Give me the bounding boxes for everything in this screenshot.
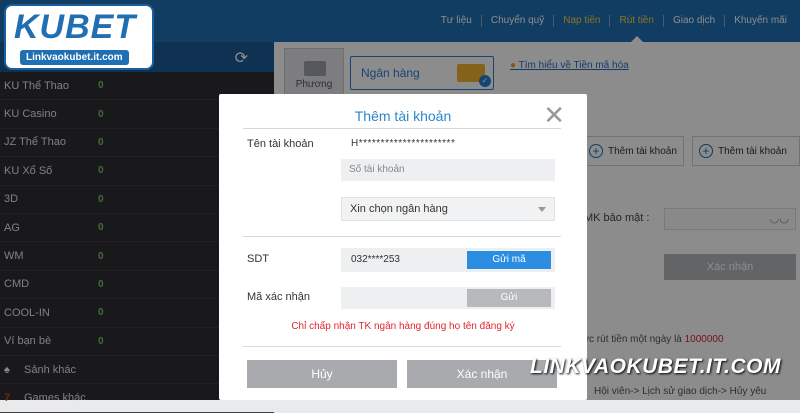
divider: [243, 346, 561, 347]
bank-select-value: Xin chọn ngân hàng: [350, 203, 448, 215]
name-match-warning: Chỉ chấp nhận TK ngân hàng đúng họ tên đ…: [291, 321, 515, 332]
resend-button[interactable]: Gửi: [467, 289, 551, 307]
kubet-logo[interactable]: KUBET Linkvaokubet.it.com: [4, 4, 154, 70]
bank-select[interactable]: Xin chọn ngân hàng: [341, 197, 555, 221]
logo-subtext: Linkvaokubet.it.com: [20, 50, 129, 65]
close-icon[interactable]: ✕: [543, 102, 565, 128]
divider: [243, 128, 561, 129]
account-name-value: H**********************: [351, 138, 456, 149]
account-number-input[interactable]: Số tài khoản: [341, 159, 555, 181]
verification-code-label: Mã xác nhận: [247, 291, 310, 303]
verification-code-input[interactable]: Gửi: [341, 287, 555, 309]
divider: [243, 236, 561, 237]
phone-label: SDT: [247, 253, 269, 265]
phone-value: 032****253: [351, 254, 400, 265]
logo-text: KUBET: [14, 8, 137, 46]
account-name-label: Tên tài khoản: [247, 138, 314, 150]
send-code-button[interactable]: Gửi mã: [467, 251, 551, 269]
watermark: LINKVAOKUBET.IT.COM: [530, 355, 781, 378]
modal-title: Thêm tài khoản: [354, 108, 452, 124]
cancel-button[interactable]: Hủy: [247, 360, 397, 388]
chevron-down-icon: [538, 207, 546, 212]
phone-field: 032****253 Gửi mã: [341, 248, 555, 272]
